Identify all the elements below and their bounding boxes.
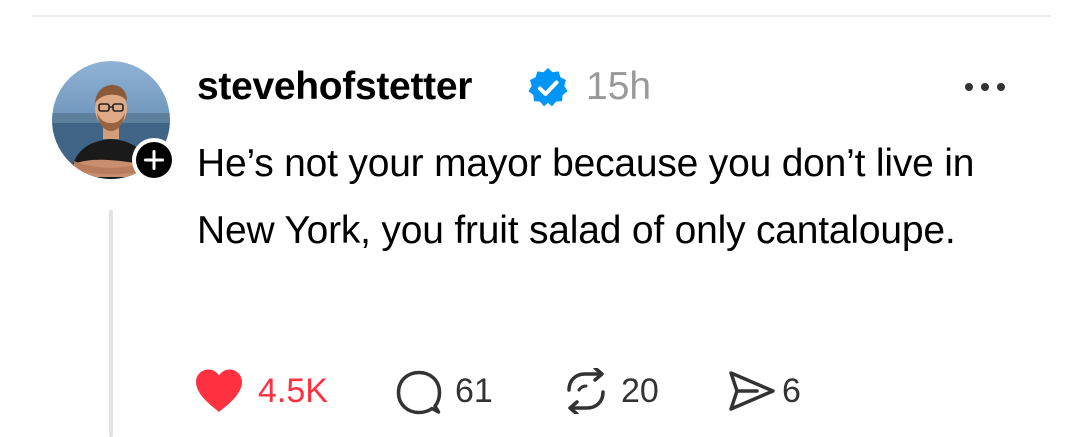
share-button[interactable]: 6	[727, 366, 807, 416]
follow-plus-icon[interactable]	[131, 137, 177, 183]
heart-filled-icon	[196, 369, 242, 412]
reply-count: 61	[455, 372, 493, 410]
top-divider	[32, 15, 1050, 17]
more-horizontal-icon[interactable]	[963, 79, 1007, 95]
post-text: He’s not your mayor because you don’t li…	[197, 142, 975, 252]
like-count: 4.5K	[258, 372, 328, 410]
repost-count: 20	[621, 372, 659, 410]
verified-badge-icon	[528, 68, 568, 107]
comment-bubble-icon	[396, 370, 442, 415]
like-button[interactable]: 4.5K	[194, 366, 334, 416]
repost-button[interactable]: 20	[561, 366, 661, 416]
author-username[interactable]: stevehofstetter	[197, 64, 472, 110]
post-timestamp: 15h	[586, 65, 652, 108]
repost-icon	[567, 368, 605, 414]
reply-button[interactable]: 61	[395, 366, 495, 416]
thread-line	[109, 210, 113, 437]
send-icon	[729, 371, 775, 411]
share-count: 6	[782, 372, 801, 410]
